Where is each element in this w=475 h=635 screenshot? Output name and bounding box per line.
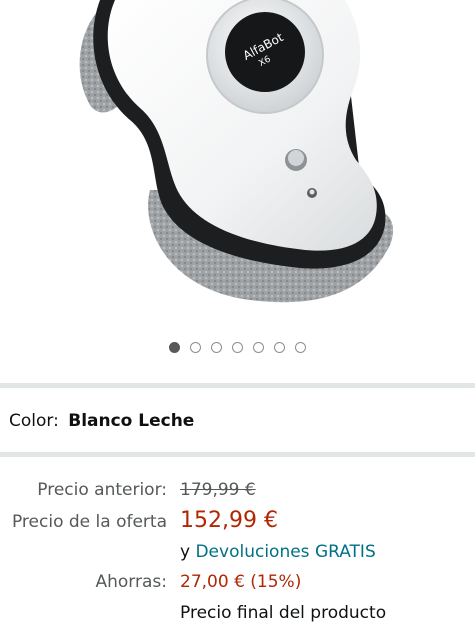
carousel-dot-6[interactable] bbox=[274, 342, 285, 353]
carousel-dot-2[interactable] bbox=[190, 342, 201, 353]
previous-price-value: 179,99 € bbox=[180, 480, 256, 500]
product-image[interactable]: AlfaBot X6 bbox=[0, 0, 475, 318]
final-price-note-row: Precio final del producto bbox=[0, 603, 475, 627]
returns-row: y Devoluciones GRATIS bbox=[0, 542, 475, 566]
returns-line: y Devoluciones GRATIS bbox=[180, 542, 376, 562]
savings-row: Ahorras: 27,00 € (15%) bbox=[0, 572, 475, 596]
offer-price-row: Precio de la oferta 152,99 € bbox=[0, 508, 475, 540]
color-value: Blanco Leche bbox=[68, 411, 195, 431]
color-selection[interactable]: Color: Blanco Leche bbox=[9, 411, 194, 431]
offer-price-value: 152,99 € bbox=[180, 508, 278, 533]
section-divider bbox=[0, 452, 475, 457]
carousel-dot-4[interactable] bbox=[232, 342, 243, 353]
previous-price-row: Precio anterior: 179,99 € bbox=[0, 480, 475, 504]
returns-prefix: y bbox=[180, 542, 191, 562]
final-price-note: Precio final del producto bbox=[180, 603, 387, 623]
carousel-dot-7[interactable] bbox=[295, 342, 306, 353]
savings-value: 27,00 € (15%) bbox=[180, 572, 302, 592]
offer-price-label: Precio de la oferta bbox=[11, 512, 167, 532]
section-divider bbox=[0, 383, 475, 388]
carousel-dot-3[interactable] bbox=[211, 342, 222, 353]
previous-price-label: Precio anterior: bbox=[37, 480, 167, 500]
carousel-dot-5[interactable] bbox=[253, 342, 264, 353]
free-returns-link[interactable]: Devoluciones GRATIS bbox=[195, 542, 375, 562]
savings-label: Ahorras: bbox=[95, 572, 168, 592]
image-carousel-dots bbox=[0, 342, 475, 356]
carousel-dot-1[interactable] bbox=[169, 342, 180, 353]
color-label: Color: bbox=[9, 411, 59, 431]
